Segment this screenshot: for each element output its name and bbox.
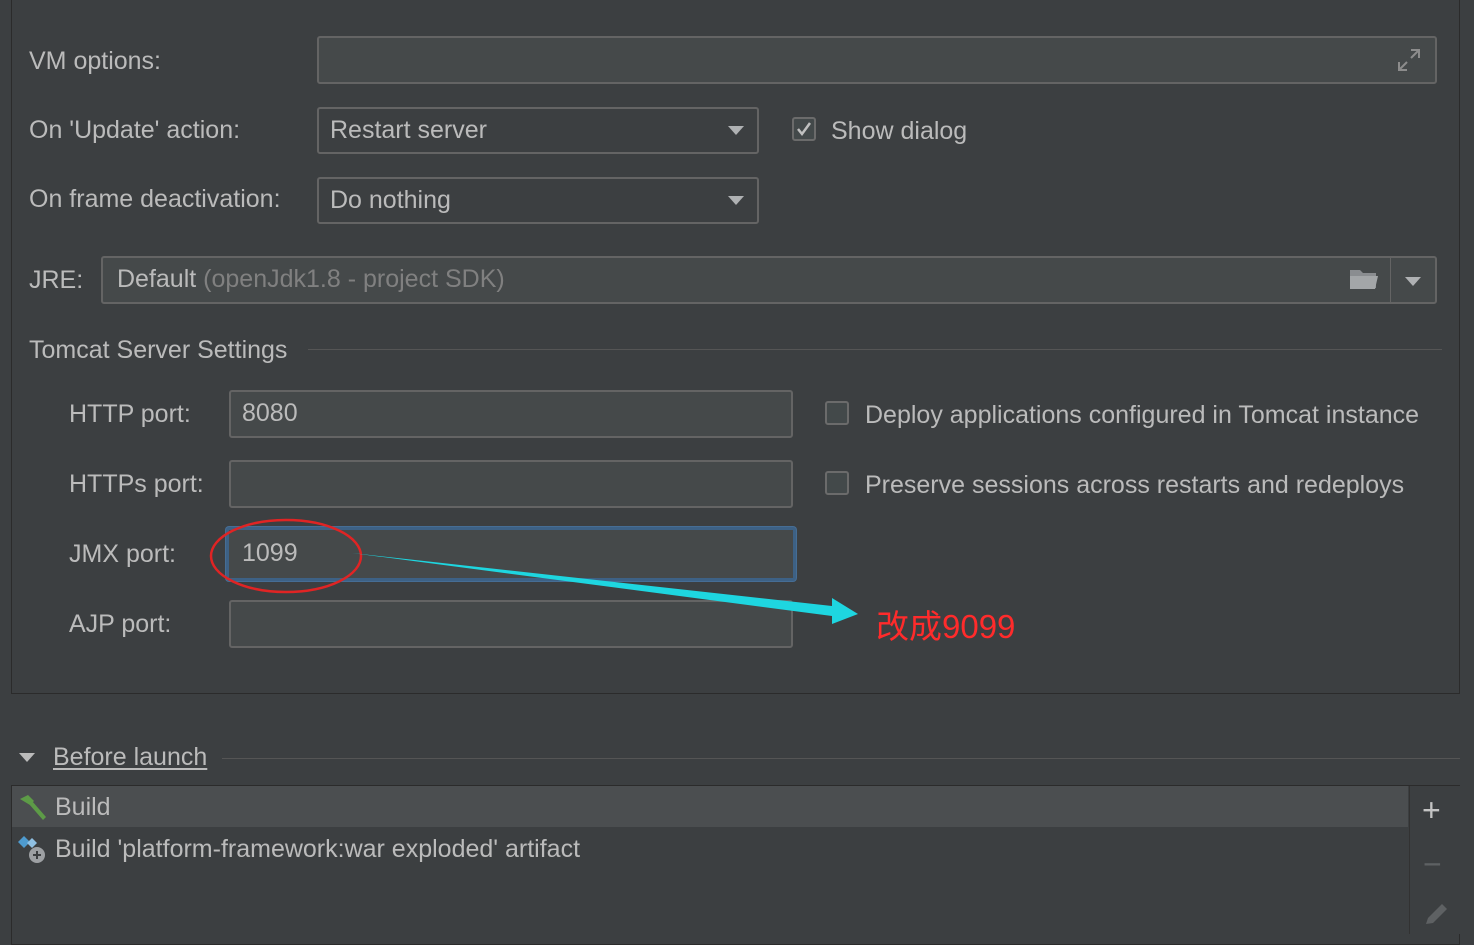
list-item-label: Build 'platform-framework:war exploded' …: [55, 835, 581, 863]
list-item[interactable]: Build: [12, 786, 1408, 827]
artifact-icon: [16, 834, 48, 871]
remove-button[interactable]: −: [1423, 844, 1442, 884]
before-launch-divider: [222, 758, 1460, 759]
cyan-arrow-annotation: [352, 553, 858, 624]
edit-pencil-icon[interactable]: [1422, 900, 1450, 937]
add-button[interactable]: +: [1422, 790, 1441, 830]
list-item[interactable]: Build 'platform-framework:war exploded' …: [12, 828, 1408, 869]
hammer-icon: [16, 793, 48, 828]
list-item-label: Build: [55, 793, 111, 821]
collapse-triangle-icon[interactable]: [19, 753, 35, 762]
before-launch-title[interactable]: Before launch: [53, 742, 207, 772]
red-circle-annotation: [209, 518, 363, 594]
annotation-text: 改成9099: [876, 608, 1016, 645]
